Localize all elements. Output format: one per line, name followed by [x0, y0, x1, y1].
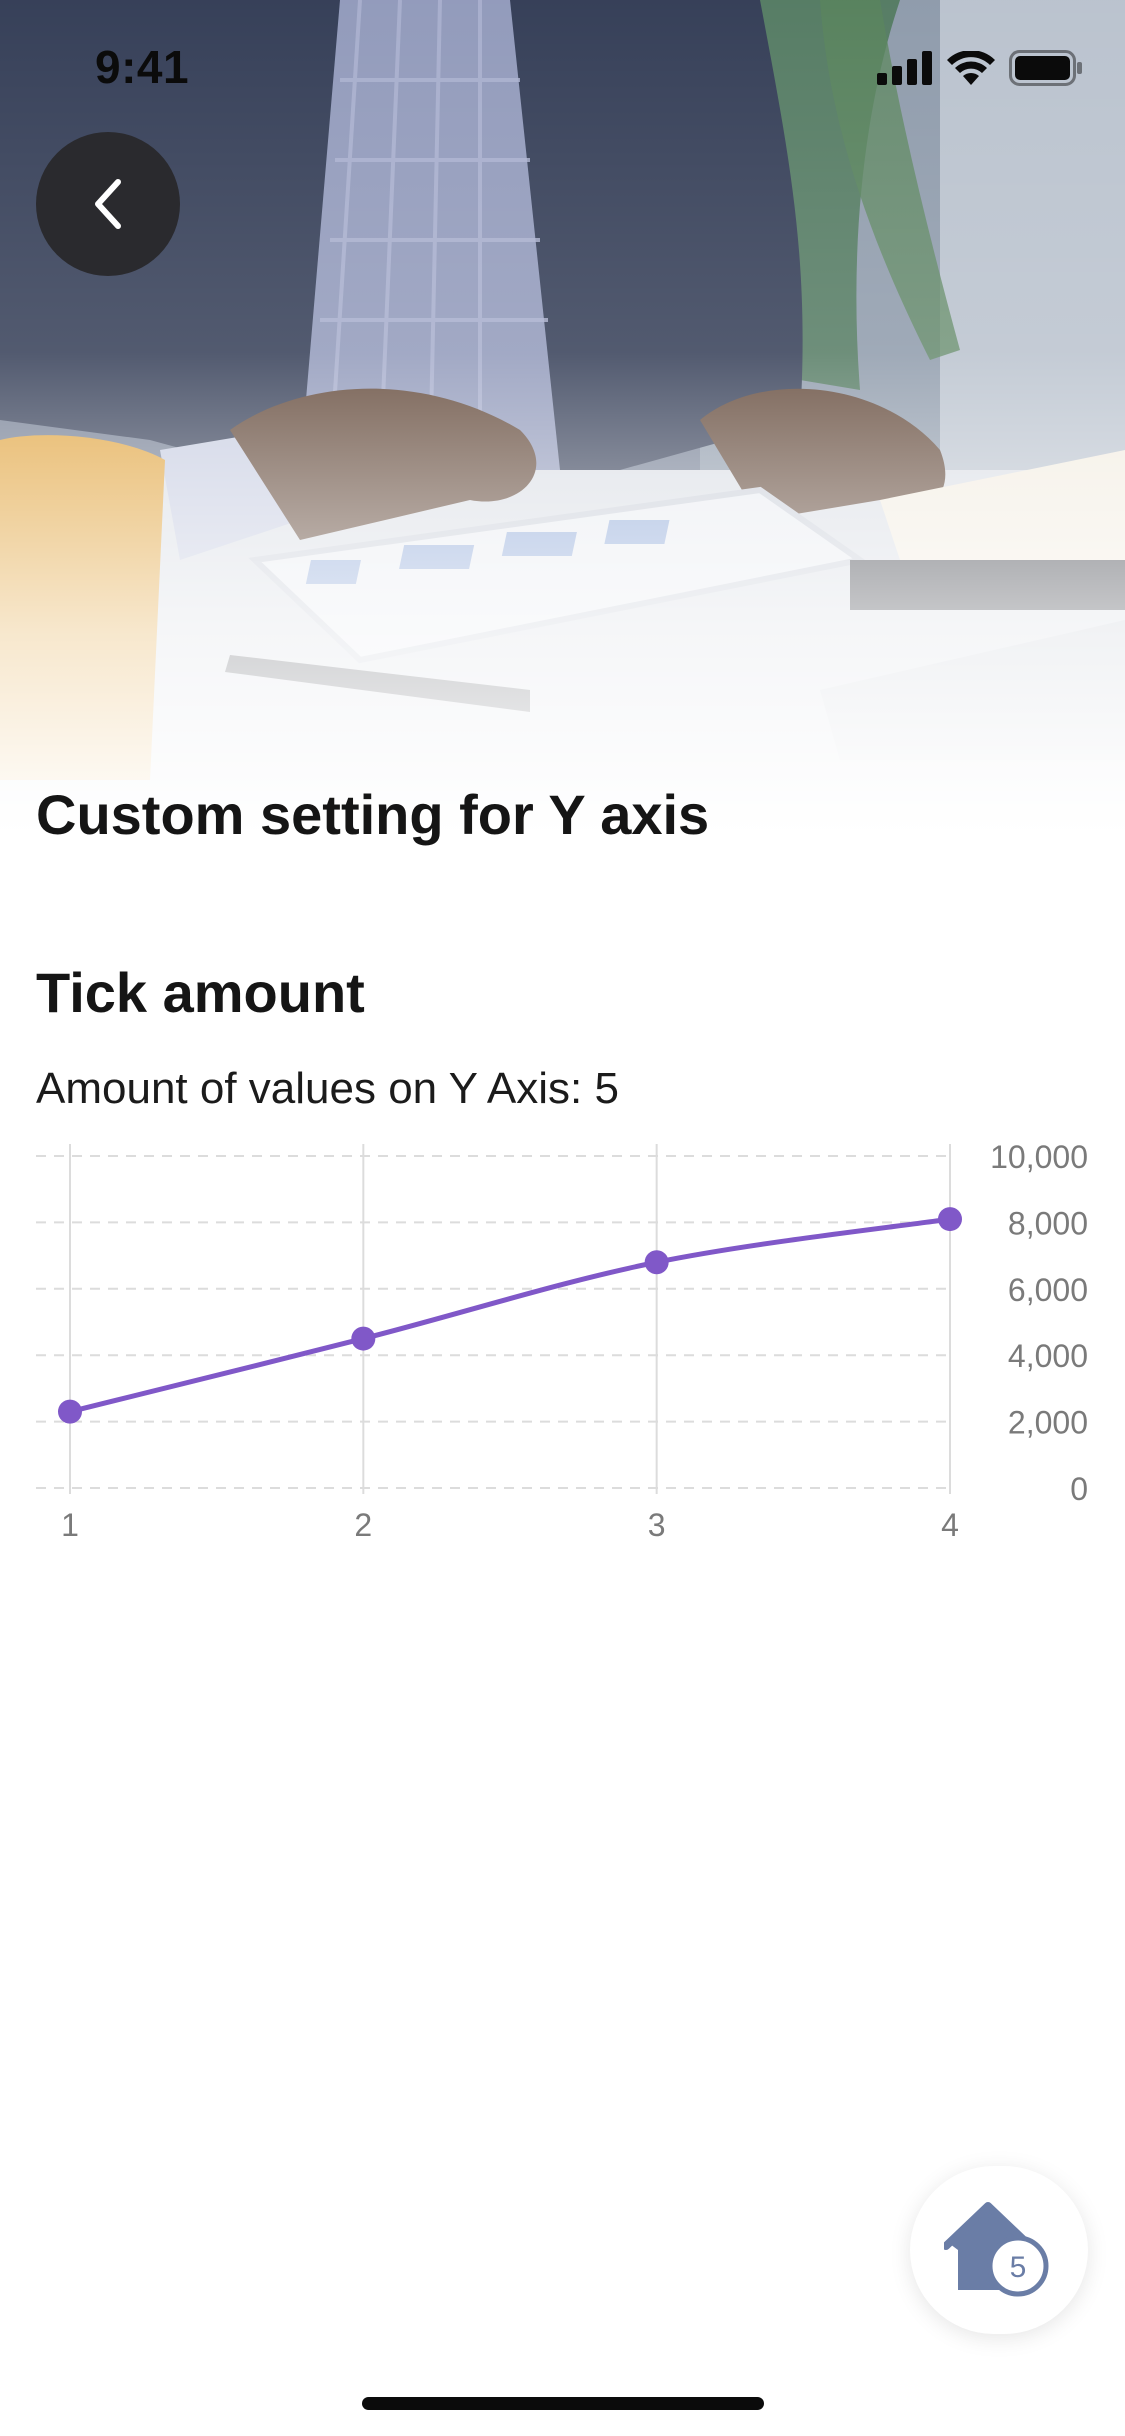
line-chart: 1 2 3 4 0 2,000 4,000 6,000 8,000 10,000 [36, 1139, 1088, 1543]
home-button[interactable]: 5 [910, 2166, 1088, 2334]
back-button[interactable] [36, 132, 180, 276]
x-tick-label: 1 [61, 1507, 79, 1543]
y-tick-label: 6,000 [1008, 1272, 1088, 1308]
wifi-icon [947, 51, 995, 85]
section-subtitle: Amount of values on Y Axis: 5 [36, 1064, 619, 1113]
chart-y-axis: 0 2,000 4,000 6,000 8,000 10,000 [990, 1139, 1088, 1507]
home-badge-count: 5 [1010, 2251, 1027, 2284]
y-tick-label: 4,000 [1008, 1338, 1088, 1374]
hero-banner [0, 0, 1125, 880]
status-bar: 9:41 [0, 0, 1125, 132]
x-tick-label: 4 [941, 1507, 959, 1543]
x-tick-label: 2 [354, 1507, 372, 1543]
chart-series [58, 1207, 962, 1424]
chart-x-axis: 1 2 3 4 [61, 1507, 959, 1543]
data-point [938, 1207, 962, 1232]
battery-icon [1009, 50, 1082, 86]
data-point [58, 1399, 82, 1424]
y-tick-label: 10,000 [990, 1139, 1088, 1175]
hero-fade-overlay [0, 0, 1125, 880]
data-point [644, 1250, 669, 1275]
y-tick-label: 0 [1070, 1471, 1088, 1507]
home-indicator [362, 2397, 764, 2410]
chevron-left-icon [95, 179, 121, 229]
data-point [351, 1326, 376, 1351]
home-icon: 5 [944, 2202, 1049, 2297]
page-title: Custom setting for Y axis [36, 783, 710, 846]
series-line [69, 1216, 951, 1415]
section-title: Tick amount [36, 961, 365, 1024]
x-tick-label: 3 [648, 1507, 666, 1543]
status-time: 9:41 [95, 41, 190, 93]
y-tick-label: 8,000 [1008, 1205, 1088, 1241]
chart-grid [36, 1144, 951, 1494]
status-icons [877, 50, 1083, 86]
cellular-signal-icon [877, 51, 932, 85]
y-tick-label: 2,000 [1008, 1405, 1088, 1441]
